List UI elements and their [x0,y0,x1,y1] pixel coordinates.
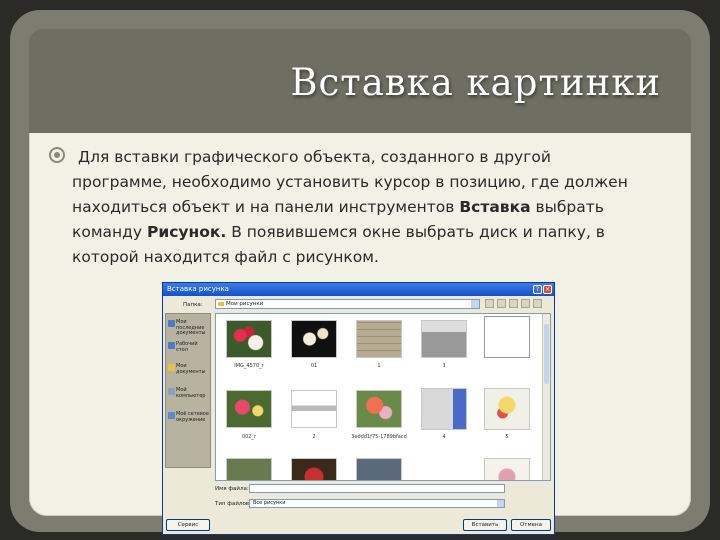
look-in-select[interactable]: Мои рисунки [215,299,480,309]
place-my-documents[interactable]: Мои документы [168,363,210,375]
views-icon[interactable] [533,299,542,308]
bullet-circle-icon [49,147,65,163]
bullet-text: Для вставки графического объекта, создан… [72,145,676,270]
new-folder-icon[interactable] [521,299,530,308]
slide-content: Вставка картинки Для вставки графическог… [29,29,691,535]
file-name-label: Имя файла: [215,486,249,492]
network-icon [168,412,175,419]
help-icon[interactable]: ? [533,285,542,294]
bullet-line-3-a: находиться объект и на панели инструмент… [72,198,460,216]
slide-title: Вставка картинки [290,61,661,104]
title-bar: Вставка картинки [29,29,691,133]
look-in-label: Папка: [183,302,203,308]
file-name: 3eddd1f75-1789bfacd [351,434,407,440]
chevron-down-icon[interactable] [497,500,504,507]
file-list-scrollbar[interactable] [542,314,550,480]
image-thumbnail[interactable] [291,458,337,480]
close-icon[interactable]: × [543,285,552,294]
bullet-line-3-c: выбрать [530,198,604,216]
place-label: Мои последние документы [176,319,206,336]
image-thumbnail[interactable] [484,316,530,358]
image-thumbnail[interactable] [356,458,402,480]
file-name: 002_r [241,434,257,440]
image-thumbnail[interactable] [226,320,272,358]
file-name: 5 [505,434,509,440]
place-my-computer[interactable]: Мой компьютер [168,387,210,399]
file-type-label: Тип файлов: [215,501,251,507]
image-thumbnail[interactable] [421,388,467,430]
cancel-button[interactable]: Отмена [511,519,551,531]
chevron-down-icon[interactable] [471,300,479,308]
file-name: 4 [442,434,446,440]
place-label: Мои документы [176,363,206,375]
insert-picture-dialog-screenshot: Вставка рисунка ? × Папка: Мои рисунки М… [162,282,555,535]
bullet-line-4-a: команду [72,223,147,241]
look-in-value: Мои рисунки [226,301,264,307]
place-label: Мой компьютер [176,387,206,399]
dialog-titlebar: Вставка рисунка ? × [163,283,554,296]
file-type-value: Все рисунки [253,500,286,506]
slide-frame: Вставка картинки Для вставки графическог… [10,10,710,535]
image-thumbnail[interactable] [356,320,402,358]
place-network[interactable]: Моё сетевое окружение [168,411,210,423]
bullet-keyword-insert: Вставка [459,198,531,216]
folder-icon [168,364,175,371]
place-label: Моё сетевое окружение [176,411,209,423]
file-type-select[interactable]: Все рисунки [249,499,505,508]
back-icon[interactable] [485,299,494,308]
desktop-icon [168,342,175,349]
places-bar: Мои последние документы Рабочий стол Мои… [165,313,211,468]
bullet-line-1: Для вставки графического объекта, создан… [78,148,551,166]
place-label: Рабочий стол [176,341,198,353]
file-name: 3 [442,363,446,369]
image-thumbnail[interactable] [484,458,530,480]
bullet-keyword-picture: Рисунок. [147,223,227,241]
file-list[interactable]: IMG_4570_r 01 1 3 002_r 2 3eddd1f75-1789… [215,313,551,481]
place-desktop[interactable]: Рабочий стол [168,341,210,353]
image-thumbnail[interactable] [291,320,337,358]
file-name: 2 [312,434,316,440]
dialog-toolbar [485,299,542,308]
file-name: 01 [310,363,318,369]
image-thumbnail[interactable] [226,390,272,428]
bullet-line-3: находиться объект и на панели инструмент… [72,195,676,220]
image-thumbnail[interactable] [291,390,337,428]
bullet-line-4: команду Рисунок. В появившемся окне выбр… [72,220,676,245]
file-name: IMG_4570_r [234,363,264,369]
image-thumbnail[interactable] [356,390,402,428]
up-folder-icon[interactable] [497,299,506,308]
image-thumbnail[interactable] [226,458,272,480]
bullet-line-5: которой находится файл с рисунком. [72,248,379,266]
bullet-line-2: программе, необходимо установить курсор … [72,173,628,191]
insert-button[interactable]: Вставить [463,519,507,531]
place-recent[interactable]: Мои последние документы [168,319,210,337]
service-button[interactable]: Сервис [166,519,210,531]
bullet-line-4-c: В появившемся окне выбрать диск и папку,… [226,223,605,241]
delete-icon[interactable] [509,299,518,308]
recent-documents-icon [168,320,175,327]
dialog-title: Вставка рисунка [167,285,229,293]
file-name: 1 [377,363,381,369]
image-thumbnail[interactable] [421,320,467,358]
image-thumbnail[interactable] [484,388,530,430]
dialog-window-controls: ? × [533,285,552,294]
computer-icon [168,388,175,395]
file-name-input[interactable] [249,484,505,493]
